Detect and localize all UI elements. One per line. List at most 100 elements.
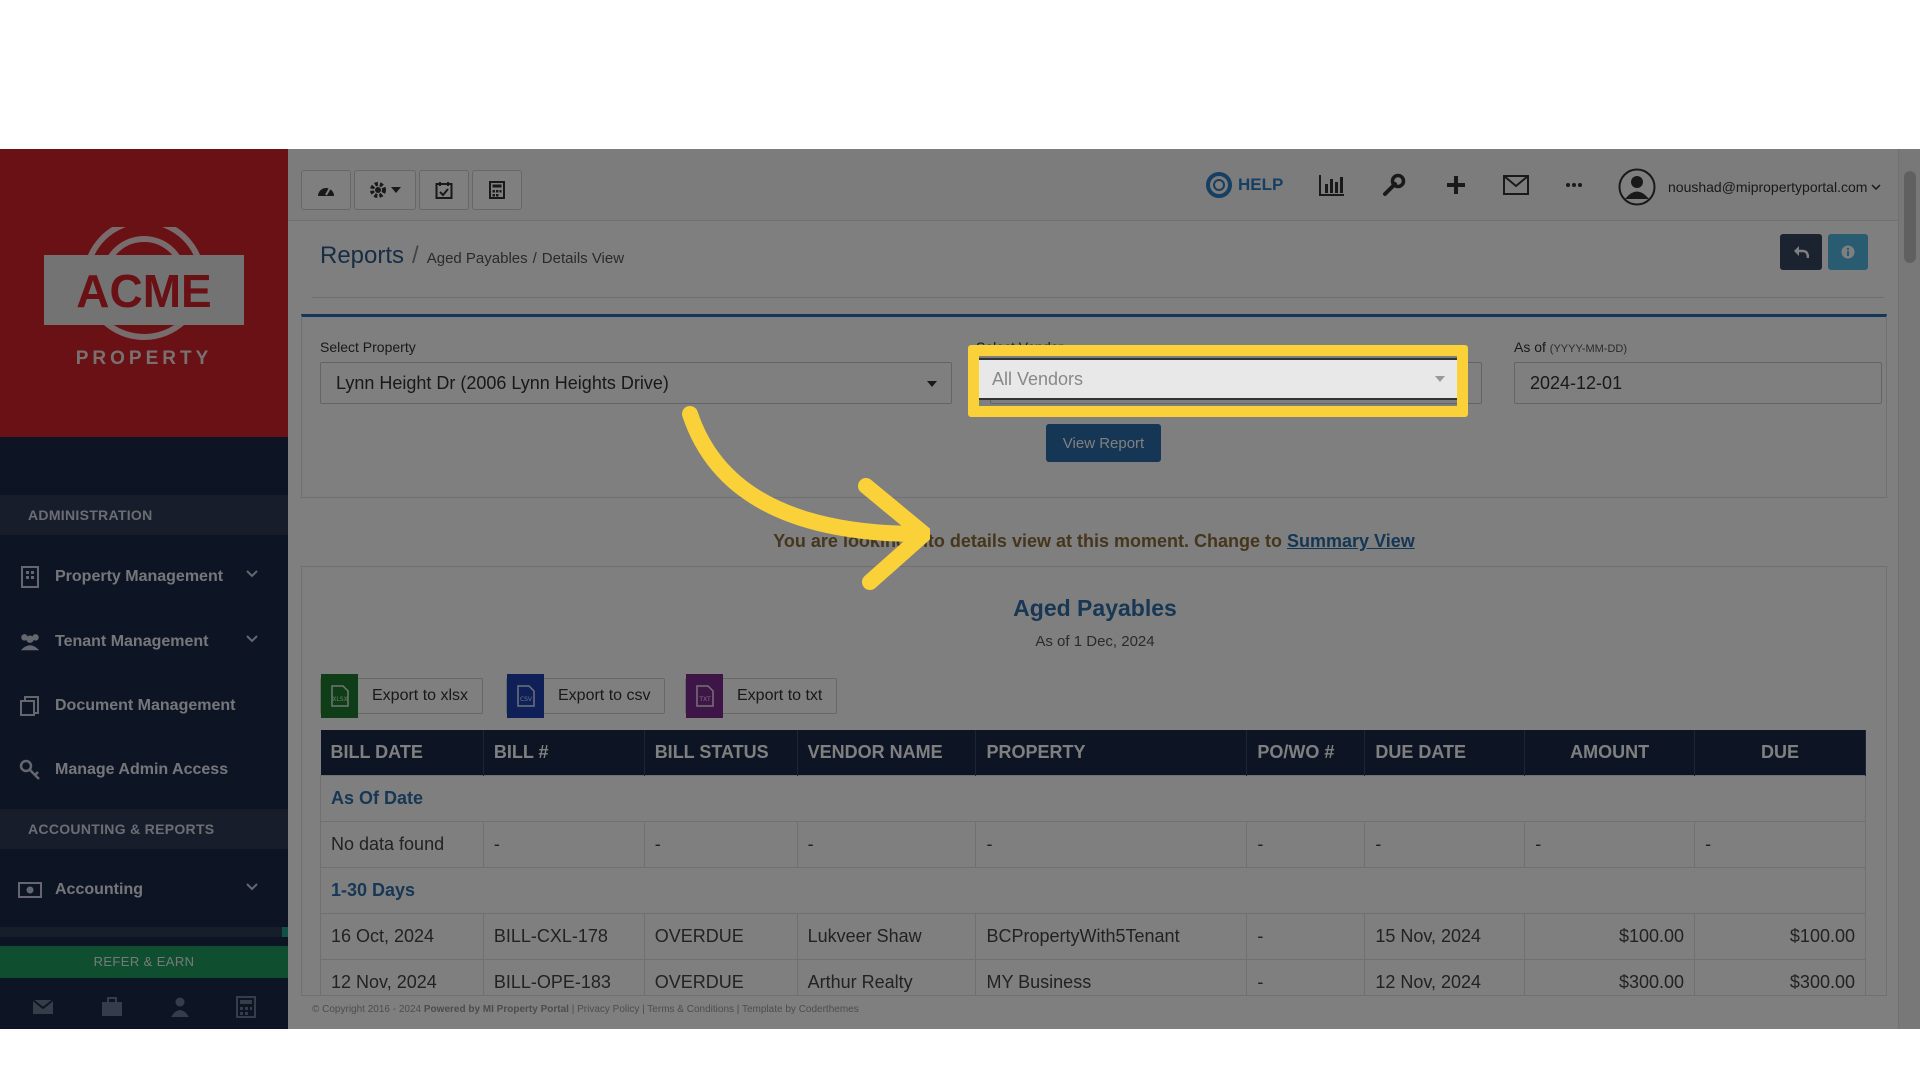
summary-view-link[interactable]: Summary View (1287, 531, 1415, 551)
logo[interactable]: ACME PROPERTY (0, 149, 288, 437)
briefcase-icon[interactable] (101, 997, 123, 1017)
export-csv-button[interactable]: CSV Export to csv (506, 674, 666, 718)
gear-icon (370, 182, 386, 198)
aged-payables-table: BILL DATE BILL # BILL STATUS VENDOR NAME… (320, 730, 1866, 995)
help-label: HELP (1238, 175, 1284, 194)
svg-text:ACME: ACME (76, 265, 211, 317)
cell: $100.00 (1524, 912, 1696, 960)
divider (312, 297, 1884, 298)
col-vendor-name[interactable]: VENDOR NAME (797, 730, 977, 775)
export-txt-button[interactable]: TXT Export to txt (685, 674, 838, 718)
tools-button[interactable] (1378, 169, 1410, 201)
sidebar-item-document-management[interactable]: Document Management (0, 675, 288, 737)
sidebar-item-tenant-management[interactable]: Tenant Management (0, 611, 288, 673)
caret-down-icon (927, 381, 937, 387)
property-value: Lynn Height Dr (2006 Lynn Heights Drive) (336, 373, 669, 393)
export-label: Export to xlsx (372, 687, 469, 704)
cell: - (1246, 958, 1366, 995)
breadcrumb-reports[interactable]: Reports (320, 242, 404, 270)
caret-down-icon (1457, 381, 1467, 387)
wrench-icon (1383, 173, 1406, 196)
section-administration: ADMINISTRATION (0, 495, 288, 535)
col-due[interactable]: DUE (1694, 730, 1866, 775)
vendor-select[interactable]: All Vendors (990, 362, 1482, 404)
messages-button[interactable] (1500, 169, 1532, 201)
money-icon (18, 878, 42, 902)
breadcrumb-details-view: Details View (541, 250, 625, 267)
sidebar-item-label: Tenant Management (55, 633, 209, 650)
calendar-button[interactable] (419, 170, 469, 210)
group-label: 1-30 Days (320, 866, 1866, 914)
cell: - (482, 820, 645, 868)
help-link[interactable]: HELP (1206, 169, 1283, 201)
col-property[interactable]: PROPERTY (975, 730, 1248, 775)
csv-file-icon: CSV (507, 674, 544, 718)
col-bill-date[interactable]: BILL DATE (320, 730, 484, 775)
bill-number-link[interactable]: BILL-OPE-183 (482, 958, 645, 995)
sidebar-item-property-management[interactable]: Property Management (0, 546, 288, 608)
export-label: Export to txt (737, 687, 823, 704)
refer-earn-button[interactable]: REFER & EARN (0, 946, 288, 978)
export-label: Export to csv (558, 687, 651, 704)
cell: - (1694, 820, 1866, 868)
export-xlsx-button[interactable]: XLSX Export to xlsx (320, 674, 484, 718)
group-row: As Of Date (320, 774, 1866, 822)
cell: - (975, 820, 1248, 868)
cell: - (1364, 820, 1526, 868)
sidebar-item-accounting[interactable]: Accounting (0, 859, 288, 921)
table-header-row: BILL DATE BILL # BILL STATUS VENDOR NAME… (320, 730, 1866, 775)
cell: $300.00 (1694, 958, 1866, 995)
cell: No data found (320, 820, 484, 868)
calculator-icon (489, 181, 505, 199)
cell: 16 Oct, 2024 (320, 912, 484, 960)
status-badge: OVERDUE (643, 912, 798, 960)
calculator-icon[interactable] (236, 996, 257, 1018)
user-menu[interactable]: noushad@mipropertyportal.com (1618, 167, 1881, 207)
sidebar-item-manage-admin-access[interactable]: Manage Admin Access (0, 739, 288, 801)
dashboard-button[interactable] (301, 170, 351, 210)
col-due-date[interactable]: DUE DATE (1364, 730, 1526, 775)
info-button[interactable] (1828, 234, 1868, 270)
col-bill-status[interactable]: BILL STATUS (644, 730, 798, 775)
property-label: Select Property (320, 339, 416, 355)
scrollbar[interactable] (1898, 149, 1920, 1029)
svg-text:CSV: CSV (519, 696, 532, 703)
more-button[interactable] (1558, 169, 1590, 201)
top-toolbar: HELP noushad@mipropertyportal.com (288, 149, 1900, 221)
user-email: noushad@mipropertyportal.com (1668, 179, 1868, 195)
mail-icon[interactable] (32, 999, 54, 1015)
view-report-button[interactable]: View Report (1046, 424, 1161, 462)
footer-links[interactable]: | Privacy Policy | Terms & Conditions | (572, 1004, 740, 1015)
vendor-value: All Vendors (1006, 373, 1098, 393)
as-of-date-value: 2024-12-01 (1530, 373, 1623, 393)
footer-copyright: © Copyright 2016 - 2024 (312, 1004, 422, 1015)
scrollbar-thumb[interactable] (1904, 171, 1916, 263)
property-select[interactable]: Lynn Height Dr (2006 Lynn Heights Drive) (320, 362, 952, 404)
add-button[interactable] (1440, 169, 1472, 201)
lifebuoy-icon (1206, 172, 1232, 198)
key-icon (18, 758, 42, 782)
user-icon[interactable] (170, 997, 189, 1017)
col-bill-number[interactable]: BILL # (483, 730, 645, 775)
as-of-date-input[interactable]: 2024-12-01 (1514, 362, 1882, 404)
reports-chart-button[interactable] (1316, 169, 1348, 201)
sidebar-divider (0, 927, 288, 937)
dashboard-gauge-icon (318, 187, 334, 196)
sidebar-footer (0, 985, 288, 1029)
xlsx-file-icon: XLSX (321, 674, 358, 718)
back-button[interactable] (1780, 234, 1822, 270)
breadcrumb-aged-payables[interactable]: Aged Payables (427, 250, 528, 267)
cell: - (796, 820, 977, 868)
col-amount[interactable]: AMOUNT (1524, 730, 1696, 775)
col-po-wo[interactable]: PO/WO # (1246, 730, 1366, 775)
bill-number-link[interactable]: BILL-CXL-178 (482, 912, 645, 960)
calculator-button[interactable] (472, 170, 522, 210)
table-row: No data found - - - - - - - - (320, 820, 1866, 868)
chevron-down-icon (246, 570, 258, 578)
cell: 12 Nov, 2024 (1364, 958, 1526, 995)
users-icon (18, 630, 42, 654)
as-of-label-text: As of (1514, 339, 1546, 355)
main-content: HELP noushad@mipropertyportal.com Report… (288, 149, 1900, 1029)
footer-powered[interactable]: Powered by MI Property Portal (424, 1004, 569, 1015)
settings-dropdown-button[interactable] (354, 170, 416, 210)
